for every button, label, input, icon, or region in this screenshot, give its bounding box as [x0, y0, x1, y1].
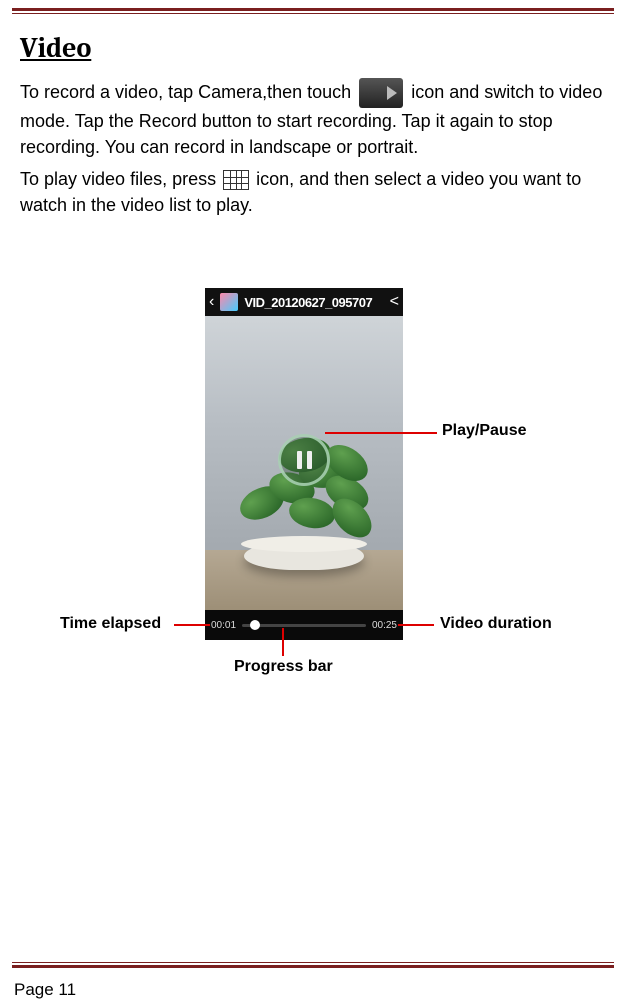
video-filename: VID_20120627_095707: [244, 295, 383, 310]
page-number: Page 11: [14, 980, 76, 1000]
back-icon: ‹: [209, 293, 214, 311]
callout-line: [282, 628, 284, 656]
video-controls-bar: 00:01 00:25: [205, 610, 403, 640]
progress-handle[interactable]: [250, 620, 260, 630]
callout-time-elapsed: Time elapsed: [60, 615, 161, 633]
paragraph-1: To record a video, tap Camera,then touch…: [20, 78, 606, 160]
phone-screenshot: ‹ VID_20120627_095707 < 00:01: [205, 288, 403, 640]
para2-text-before: To play video files, press: [20, 169, 221, 189]
grid-icon: [223, 170, 249, 190]
para1-text-before: To record a video, tap Camera,then touch: [20, 82, 356, 102]
callout-line: [325, 432, 437, 434]
section-heading: Video: [20, 32, 606, 64]
callout-line: [398, 624, 434, 626]
video-frame: [205, 316, 403, 610]
gallery-thumb-icon: [220, 293, 238, 311]
pause-icon: [297, 451, 312, 469]
time-elapsed-value: 00:01: [211, 620, 236, 631]
page-content: Video To record a video, tap Camera,then…: [0, 14, 626, 748]
share-icon: <: [390, 293, 399, 311]
callout-video-duration: Video duration: [440, 615, 552, 633]
paragraph-2: To play video files, press icon, and the…: [20, 166, 606, 218]
play-pause-button[interactable]: [278, 434, 330, 486]
callout-progress-bar: Progress bar: [234, 658, 333, 676]
callout-line: [174, 624, 210, 626]
video-duration-value: 00:25: [372, 620, 397, 631]
video-player-topbar: ‹ VID_20120627_095707 <: [205, 288, 403, 316]
callout-play-pause: Play/Pause: [442, 422, 527, 440]
progress-bar[interactable]: [242, 624, 366, 627]
video-camera-icon: [359, 78, 403, 108]
annotated-screenshot-figure: ‹ VID_20120627_095707 < 00:01: [20, 288, 606, 748]
page-bottom-rule: [12, 962, 614, 968]
